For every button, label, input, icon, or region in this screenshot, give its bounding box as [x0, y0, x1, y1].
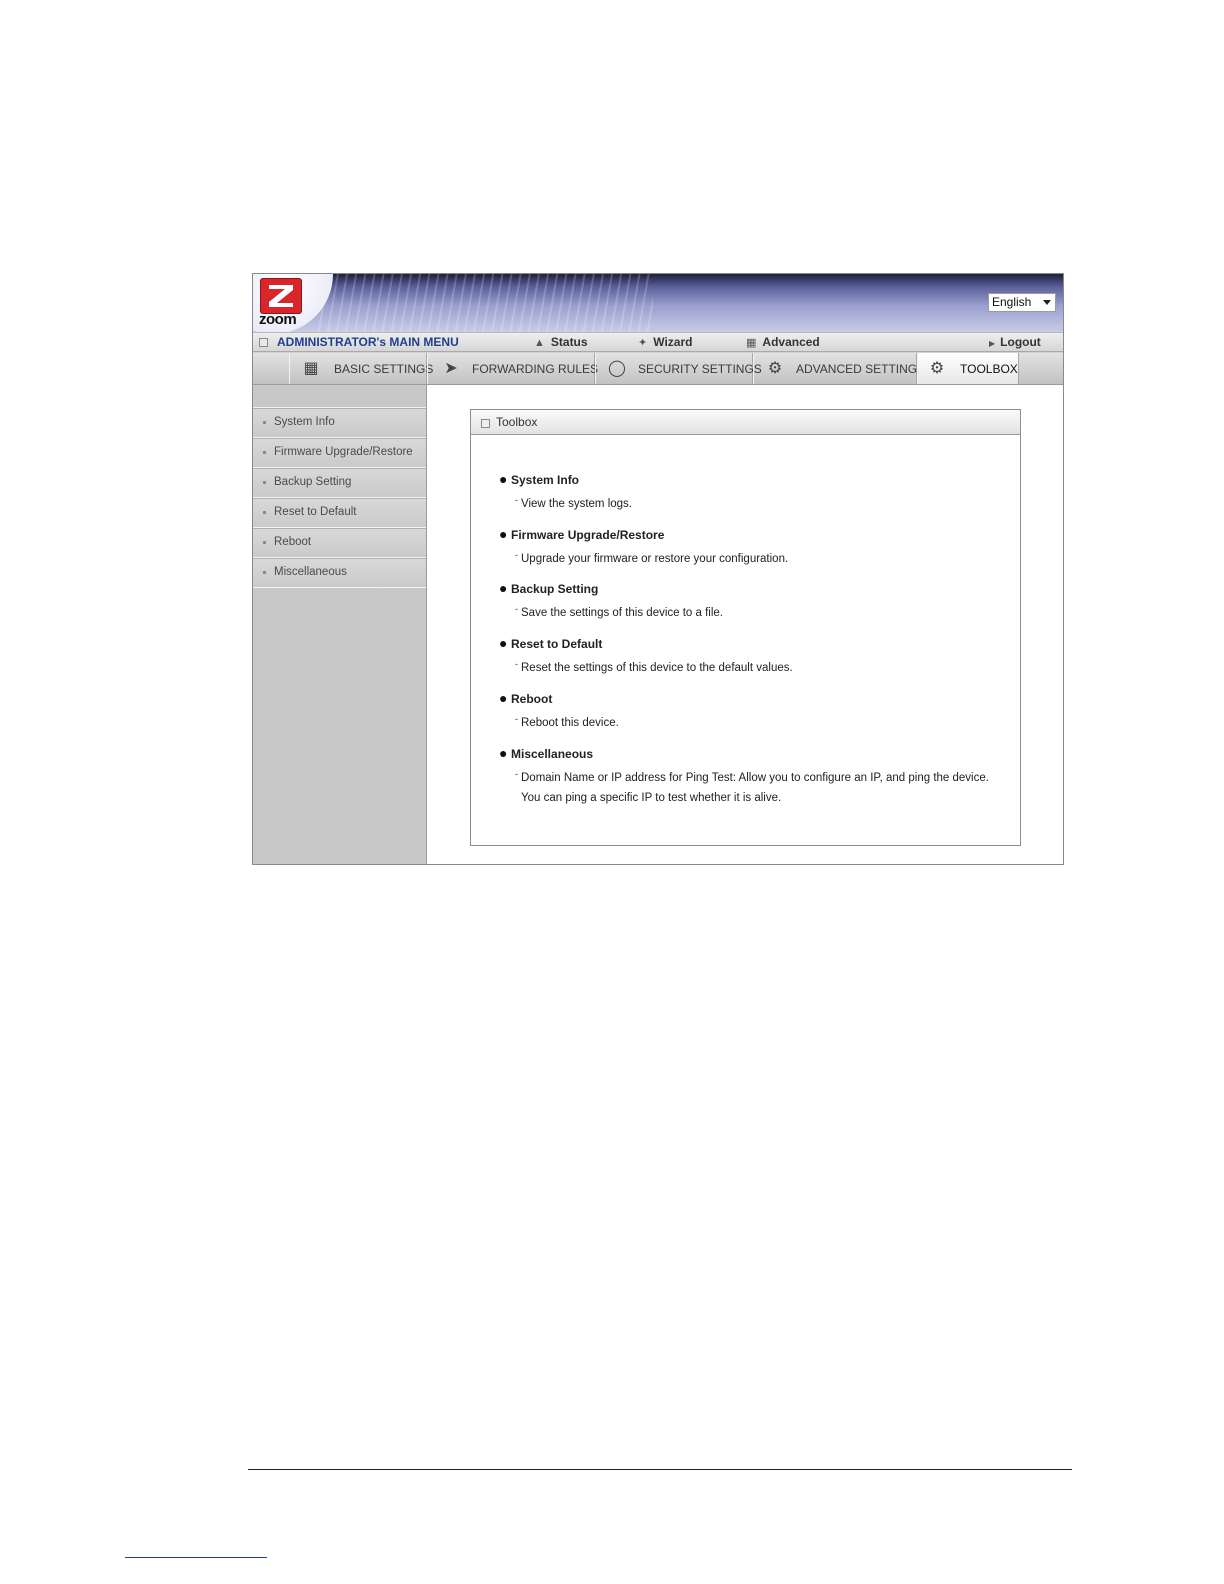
dash-icon: -: [515, 550, 518, 560]
zoom-logo[interactable]: zoom: [257, 278, 307, 328]
dash-icon: -: [515, 769, 518, 779]
bullet-icon: ●: [499, 526, 508, 542]
arrow-right-icon: ▶: [989, 339, 996, 348]
entry-description: Upgrade your firmware or restore your co…: [521, 553, 789, 565]
language-value: English: [992, 295, 1032, 309]
tab-label: ADVANCED SETTINGS: [796, 362, 926, 376]
logout-label: Logout: [1000, 335, 1041, 349]
sidebar-item-reset-to-default[interactable]: Reset to Default: [253, 498, 426, 528]
sidebar-item-label: System Info: [274, 416, 335, 428]
menu-square-icon: [259, 338, 268, 347]
entry-description: Reset the settings of this device to the…: [521, 662, 793, 674]
dash-icon: -: [515, 659, 518, 669]
entry-description-block: - Reset the settings of this device to th…: [515, 658, 991, 678]
sidebar-item-label: Reset to Default: [274, 506, 357, 518]
language-select[interactable]: English: [988, 293, 1056, 312]
entry-description: Domain Name or IP address for Ping Test:…: [521, 772, 989, 804]
dash-icon: -: [515, 714, 518, 724]
bullet-icon: ●: [499, 690, 508, 706]
entry-description-block: - Save the settings of this device to a f…: [515, 603, 991, 623]
chevron-down-icon: [1043, 300, 1051, 305]
logo-wordmark: zoom: [259, 311, 297, 328]
sidebar-item-system-info[interactable]: System Info: [253, 408, 426, 438]
tab-security-settings[interactable]: ◯ SECURITY SETTINGS: [595, 353, 762, 384]
settings-tabs: ▦ BASIC SETTINGS ➤ FORWARDING RULES ◯ SE…: [253, 353, 1063, 385]
tab-forwarding-rules[interactable]: ➤ FORWARDING RULES: [427, 353, 599, 384]
bullet-icon: ●: [499, 745, 508, 761]
tab-label: TOOLBOX: [960, 362, 1018, 376]
sidebar-item-label: Reboot: [274, 536, 312, 548]
entry-title: Miscellaneous: [511, 747, 594, 761]
entry-description-block: - View the system logs.: [515, 494, 991, 514]
entry-title: Reset to Default: [511, 637, 603, 651]
sidebar-item-label: Firmware Upgrade/Restore: [274, 446, 413, 458]
tab-label: FORWARDING RULES: [472, 362, 599, 376]
bullet-icon: [263, 511, 266, 514]
tab-basic-settings[interactable]: ▦ BASIC SETTINGS: [289, 353, 433, 384]
bullet-icon: [263, 571, 266, 574]
banner-decoration: [313, 274, 653, 332]
wizard-icon: ✦: [638, 337, 648, 349]
entry-description-block: - Upgrade your firmware or restore your c…: [515, 549, 991, 569]
sidebar-item-firmware-upgrade[interactable]: Firmware Upgrade/Restore: [253, 438, 426, 468]
sidebar-spacer: [253, 385, 426, 408]
entry-title: Firmware Upgrade/Restore: [511, 528, 665, 542]
entry-description: Reboot this device.: [521, 717, 619, 729]
sidebar-item-label: Miscellaneous: [274, 566, 347, 578]
tab-label: BASIC SETTINGS: [334, 362, 434, 376]
forwarding-rules-icon: ➤: [444, 360, 458, 377]
status-link[interactable]: ▲ Status: [534, 335, 588, 349]
bullet-icon: [263, 481, 266, 484]
panel-title: Toolbox: [496, 415, 538, 429]
advanced-icon: ▦: [746, 337, 757, 349]
toolbox-panel: Toolbox ● System Info - View the system l…: [470, 409, 1021, 846]
logout-link[interactable]: ▶ Logout: [989, 335, 1041, 349]
status-label: Status: [550, 335, 588, 349]
sidebar-item-label: Backup Setting: [274, 476, 352, 488]
tab-advanced-settings[interactable]: ⚙ ADVANCED SETTINGS: [753, 353, 925, 384]
entry-title: Reboot: [511, 692, 553, 706]
bullet-icon: ●: [499, 471, 508, 487]
advanced-label: Advanced: [762, 335, 820, 349]
status-icon: ▲: [534, 337, 545, 349]
main-menu-bar: ADMINISTRATOR's MAIN MENU ▲ Status ✦ Wizar…: [253, 332, 1063, 352]
toolbox-icon: ⚙: [929, 360, 945, 377]
entry-description-block: - Domain Name or IP address for Ping Test…: [515, 768, 991, 808]
entry-description-block: - Reboot this device.: [515, 713, 991, 733]
advanced-link[interactable]: ▦ Advanced: [746, 335, 820, 349]
bullet-icon: ●: [499, 635, 508, 651]
panel-header: Toolbox: [471, 410, 1020, 435]
tab-toolbox[interactable]: ⚙ TOOLBOX: [917, 353, 1019, 384]
main-menu-title: ADMINISTRATOR's MAIN MENU: [277, 335, 459, 349]
header-banner: zoom English: [253, 274, 1063, 332]
advanced-settings-icon: ⚙: [767, 360, 783, 377]
sidebar-item-reboot[interactable]: Reboot: [253, 528, 426, 558]
entry-title: System Info: [511, 473, 580, 487]
zoom-z-mark: [260, 278, 302, 314]
bullet-icon: [263, 541, 266, 544]
bullet-icon: ●: [499, 580, 508, 596]
dash-icon: -: [515, 604, 518, 614]
bullet-icon: [263, 451, 266, 454]
tab-label: SECURITY SETTINGS: [638, 362, 762, 376]
security-settings-icon: ◯: [608, 360, 626, 377]
dash-icon: -: [515, 495, 518, 505]
sidebar-item-backup-setting[interactable]: Backup Setting: [253, 468, 426, 498]
toolbox-sidebar: System Info Firmware Upgrade/Restore Bac…: [253, 385, 427, 864]
bullet-icon: [263, 421, 266, 424]
sidebar-item-miscellaneous[interactable]: Miscellaneous: [253, 558, 426, 588]
entry-description: Save the settings of this device to a fi…: [521, 607, 724, 619]
main-content: Toolbox ● System Info - View the system l…: [427, 385, 1063, 864]
entry-title: Backup Setting: [511, 582, 599, 596]
entry-description: View the system logs.: [521, 498, 633, 510]
router-admin-window: zoom English ADMINISTRATOR's MAIN MENU ▲…: [252, 273, 1064, 865]
wizard-link[interactable]: ✦ Wizard: [638, 335, 692, 349]
wizard-label: Wizard: [653, 335, 693, 349]
basic-settings-icon: ▦: [303, 360, 319, 377]
page-footer-rule: [248, 1469, 1072, 1470]
panel-square-icon: [481, 419, 490, 428]
footnote-rule: [125, 1557, 267, 1558]
